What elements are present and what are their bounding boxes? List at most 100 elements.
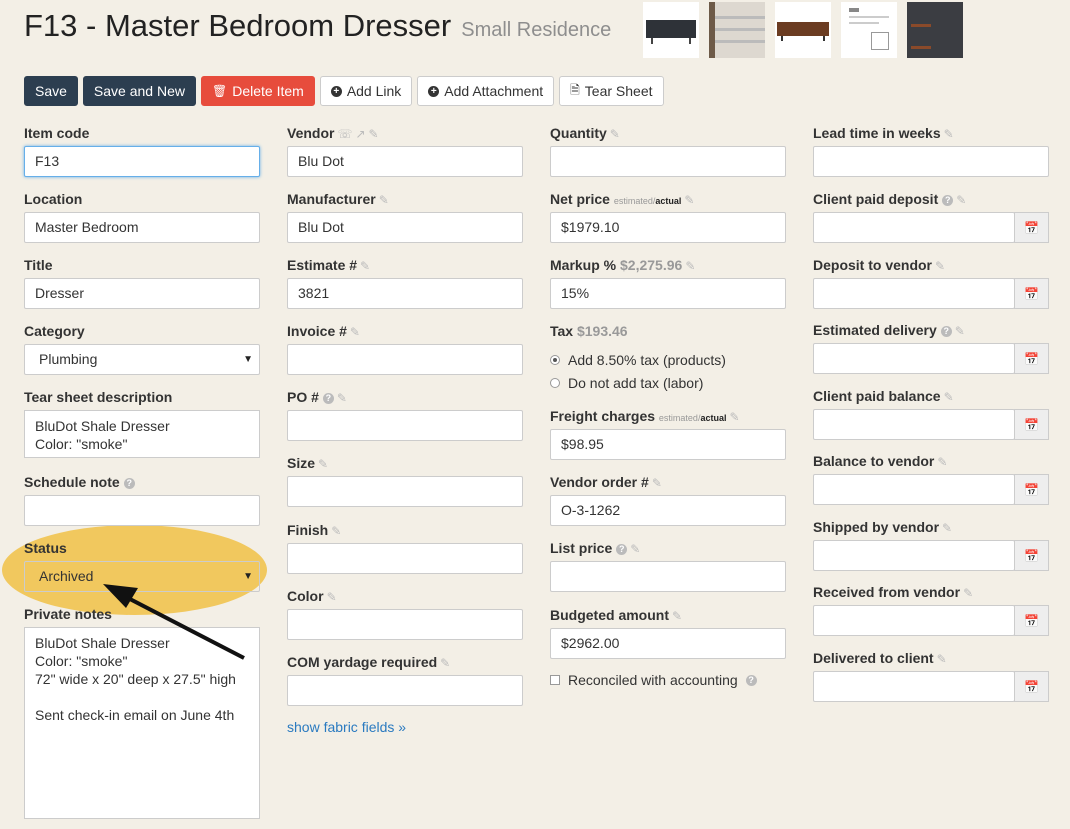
list-price-input[interactable] — [550, 561, 786, 592]
save-button[interactable]: Save — [24, 76, 78, 106]
finish-input[interactable] — [287, 543, 523, 574]
tax-option-labor[interactable]: Do not add tax (labor) — [550, 375, 703, 391]
pencil-icon[interactable]: ✎ — [369, 127, 379, 141]
calendar-icon[interactable]: 📅 — [1014, 278, 1049, 309]
thumbnail-dresser-front[interactable] — [643, 2, 699, 58]
help-icon[interactable]: ? — [616, 544, 628, 555]
pencil-icon[interactable]: ✎ — [652, 476, 662, 490]
estimate-input[interactable]: 3821 — [287, 278, 523, 309]
radio-selected[interactable] — [550, 355, 560, 365]
pencil-icon[interactable]: ✎ — [337, 391, 347, 405]
trash-icon: 🗑 — [211, 84, 228, 98]
tax-option-products[interactable]: Add 8.50% tax (products) — [550, 352, 726, 368]
image-thumbnails — [643, 2, 963, 58]
po-input[interactable] — [287, 410, 523, 441]
help-icon[interactable]: ? — [745, 674, 757, 686]
checkbox-box[interactable] — [550, 675, 560, 685]
tear-sheet-description-textarea[interactable]: BluDot Shale Dresser Color: "smoke" 72" … — [24, 410, 260, 458]
title-input[interactable]: Dresser — [24, 278, 260, 309]
radio-unselected[interactable] — [550, 378, 560, 388]
pencil-icon[interactable]: ✎ — [935, 259, 945, 273]
tear-sheet-button[interactable]: 🗎 Tear Sheet — [559, 76, 664, 106]
pencil-icon[interactable]: ✎ — [360, 259, 370, 273]
estimated-delivery-input[interactable] — [813, 343, 1015, 374]
thumbnail-dresser-walnut[interactable] — [775, 2, 831, 58]
thumbnail-dresser-drawers[interactable] — [907, 2, 963, 58]
freight-input[interactable]: $98.95 — [550, 429, 786, 460]
lead-time-input[interactable] — [813, 146, 1049, 177]
client-paid-balance-input[interactable] — [813, 409, 1015, 440]
received-from-vendor-input[interactable] — [813, 605, 1015, 636]
pencil-icon[interactable]: ✎ — [379, 193, 389, 207]
pencil-icon[interactable]: ✎ — [942, 521, 952, 535]
vendor-order-input[interactable]: O-3-1262 — [550, 495, 786, 526]
category-select[interactable]: Plumbing ▼ — [24, 344, 260, 375]
private-notes-textarea[interactable]: BluDot Shale Dresser Color: "smoke" 72" … — [24, 627, 260, 819]
pencil-icon[interactable]: ✎ — [944, 127, 954, 141]
delivered-to-client-input[interactable] — [813, 671, 1015, 702]
client-paid-deposit-input[interactable] — [813, 212, 1015, 243]
location-input[interactable]: Master Bedroom — [24, 212, 260, 243]
save-and-new-button[interactable]: Save and New — [82, 76, 196, 106]
pencil-icon[interactable]: ✎ — [350, 325, 360, 339]
pencil-icon[interactable]: ✎ — [327, 590, 337, 604]
phone-icon[interactable]: ☏ — [337, 127, 352, 141]
manufacturer-field: Manufacturer ✎ Blu Dot — [287, 190, 523, 243]
quantity-input[interactable] — [550, 146, 786, 177]
thumbnail-dresser-detail[interactable] — [709, 2, 765, 58]
pencil-icon[interactable]: ✎ — [684, 193, 694, 207]
vendor-input[interactable]: Blu Dot — [287, 146, 523, 177]
thumbnail-spec-sheet[interactable] — [841, 2, 897, 58]
deposit-to-vendor-input[interactable] — [813, 278, 1015, 309]
com-yardage-input[interactable] — [287, 675, 523, 706]
item-code-input[interactable]: F13 — [24, 146, 260, 177]
schedule-note-input[interactable] — [24, 495, 260, 526]
add-link-button[interactable]: + Add Link — [319, 76, 413, 106]
pencil-icon[interactable]: ✎ — [937, 652, 947, 666]
pencil-icon[interactable]: ✎ — [729, 410, 739, 424]
budgeted-amount-input[interactable]: $2962.00 — [550, 628, 786, 659]
pencil-icon[interactable]: ✎ — [956, 193, 966, 207]
balance-to-vendor-field: Balance to vendor ✎ 📅 — [813, 452, 1049, 505]
shipped-by-vendor-input[interactable] — [813, 540, 1015, 571]
calendar-icon[interactable]: 📅 — [1014, 671, 1049, 702]
manufacturer-input[interactable]: Blu Dot — [287, 212, 523, 243]
pencil-icon[interactable]: ✎ — [944, 390, 954, 404]
pencil-icon[interactable]: ✎ — [318, 457, 328, 471]
status-select[interactable]: Archived ▼ — [24, 561, 260, 592]
color-input[interactable] — [287, 609, 523, 640]
pencil-icon[interactable]: ✎ — [610, 127, 620, 141]
external-link-icon[interactable]: ↗ — [355, 127, 365, 141]
client-paid-deposit-field: Client paid deposit? ✎ 📅 — [813, 190, 1049, 243]
calendar-icon[interactable]: 📅 — [1014, 474, 1049, 505]
pencil-icon[interactable]: ✎ — [331, 524, 341, 538]
pencil-icon[interactable]: ✎ — [672, 609, 682, 623]
pencil-icon[interactable]: ✎ — [630, 542, 640, 556]
show-fabric-fields-link[interactable]: show fabric fields » — [287, 719, 406, 735]
calendar-icon[interactable]: 📅 — [1014, 605, 1049, 636]
help-icon[interactable]: ? — [940, 326, 952, 337]
net-price-input[interactable]: $1979.10 — [550, 212, 786, 243]
pencil-icon[interactable]: ✎ — [440, 656, 450, 670]
size-input[interactable] — [287, 476, 523, 507]
help-icon[interactable]: ? — [942, 195, 954, 206]
calendar-icon[interactable]: 📅 — [1014, 212, 1049, 243]
lead-time-field: Lead time in weeks ✎ — [813, 124, 1049, 177]
calendar-icon[interactable]: 📅 — [1014, 409, 1049, 440]
markup-input[interactable]: 15% — [550, 278, 786, 309]
pencil-icon[interactable]: ✎ — [937, 455, 947, 469]
add-attachment-button[interactable]: + Add Attachment — [417, 76, 555, 106]
invoice-input[interactable] — [287, 344, 523, 375]
delete-item-button[interactable]: 🗑 Delete Item — [200, 76, 315, 106]
help-icon[interactable]: ? — [123, 478, 135, 489]
calendar-icon[interactable]: 📅 — [1014, 540, 1049, 571]
pencil-icon[interactable]: ✎ — [685, 259, 695, 273]
pencil-icon[interactable]: ✎ — [963, 586, 973, 600]
balance-to-vendor-input[interactable] — [813, 474, 1015, 505]
pencil-icon[interactable]: ✎ — [955, 324, 965, 338]
help-icon[interactable]: ? — [322, 393, 334, 404]
list-price-field: List price? ✎ — [550, 539, 786, 592]
calendar-icon[interactable]: 📅 — [1014, 343, 1049, 374]
estimate-field: Estimate # ✎ 3821 — [287, 256, 523, 309]
reconciled-checkbox[interactable]: Reconciled with accounting ? — [550, 672, 757, 688]
